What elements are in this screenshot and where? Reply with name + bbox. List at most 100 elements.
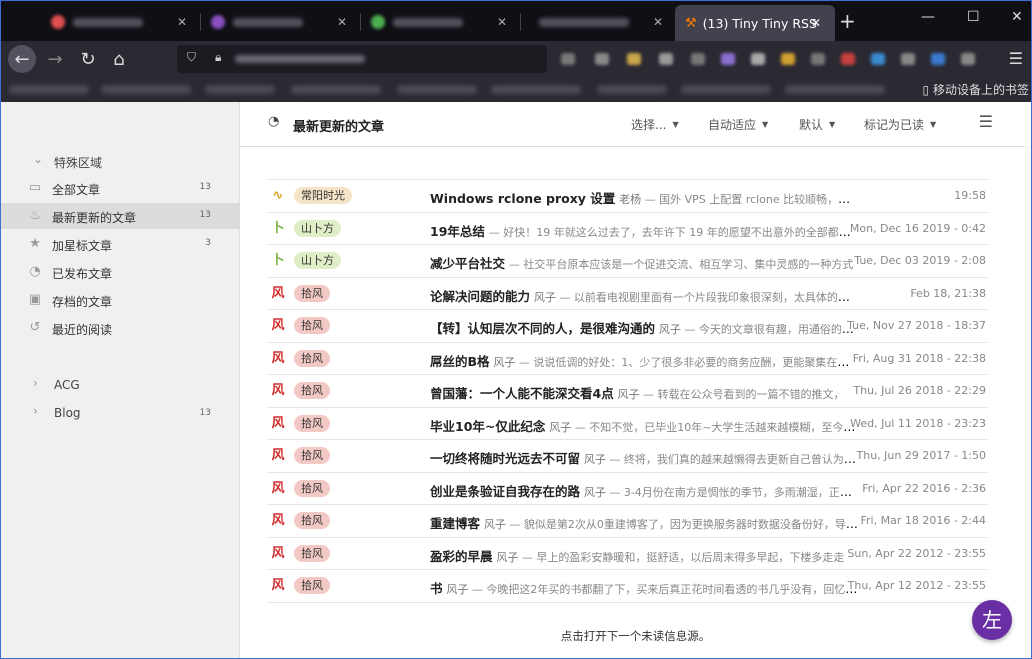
article-headline[interactable]: 减少平台社交 — 社交平台原本应该是一个促进交流、相互学习、集中灵感的一种方式	[430, 253, 860, 272]
mark-read-dropdown[interactable]: 标记为已读 ▼	[864, 116, 936, 133]
select-dropdown[interactable]: 选择... ▼	[631, 116, 679, 133]
category-acg[interactable]: › ACG	[1, 373, 239, 397]
feed-badge[interactable]: 拾风	[294, 382, 330, 399]
article-row[interactable]: ∿ 常阳时光 Windows rclone proxy 设置 老杨 — 国外 VPS…	[267, 179, 988, 213]
extension-icon[interactable]	[931, 53, 945, 65]
article-headline[interactable]: 毕业10年~仅此纪念 风子 — 不知不觉，已毕业10年~大学生活越来越模糊，至今…	[430, 416, 860, 435]
article-row[interactable]: 风拾风 论解决问题的能力 风子 — 以前看电视剧里面有一个片段我印象很深刻，太具体…	[267, 278, 988, 310]
chevron-right-icon[interactable]: ›	[33, 404, 38, 418]
feed-badge[interactable]: 拾风	[294, 512, 330, 529]
forward-icon[interactable]: →	[41, 45, 69, 73]
article-row[interactable]: 风拾风 创业是条验证自我存在的路 风子 — 3-4月份在南方是惆怅的季节，多雨潮湿…	[267, 473, 988, 505]
extension-icon[interactable]	[871, 53, 885, 65]
feed-recently-read[interactable]: ↺ 最近的阅读	[1, 315, 239, 341]
special-category[interactable]: ⌄ 特殊区域	[1, 149, 239, 173]
feed-badge[interactable]: 拾风	[294, 479, 330, 497]
article-headline[interactable]: 论解决问题的能力 风子 — 以前看电视剧里面有一个片段我印象很深刻，太具体的剧情…	[430, 286, 860, 305]
extension-icon[interactable]	[659, 53, 673, 65]
article-row[interactable]: 风拾风 一切终将随时光远去不可留 风子 — 终将，我们真的越来越懒得去更新自己曾认…	[267, 440, 988, 473]
url-bar[interactable]: ⛉ 🔒︎	[177, 45, 547, 73]
article-row[interactable]: 风拾风 【转】认知层次不同的人，是很难沟通的 风子 — 今天的文章很有趣，用通俗的…	[267, 310, 988, 343]
mobile-bookmarks[interactable]: ▯ 移动设备上的书签	[923, 81, 1029, 98]
tab-blurred-2[interactable]: ✕	[201, 7, 361, 37]
feed-fresh-articles[interactable]: ♨ 最新更新的文章 13	[1, 203, 239, 229]
article-row[interactable]: 卜山卜方 19年总结 — 好快！19 年就这么过去了，去年许下 19 年的愿望不出…	[267, 213, 988, 245]
shield-icon[interactable]: ⛉	[187, 50, 196, 65]
view-mode-dropdown[interactable]: 自动适应 ▼	[708, 116, 768, 133]
lock-icon[interactable]: 🔒︎	[215, 50, 221, 65]
menu-icon[interactable]: ☰	[1009, 49, 1023, 68]
actions-menu-icon[interactable]: ☰	[979, 112, 993, 131]
feed-badge[interactable]: 拾风	[294, 414, 330, 432]
article-title[interactable]: 一切终将随时光远去不可留	[430, 451, 580, 466]
category-blog[interactable]: › Blog 13	[1, 401, 239, 425]
article-title[interactable]: 创业是条验证自我存在的路	[430, 484, 580, 499]
feed-archived-articles[interactable]: ▣ 存档的文章	[1, 287, 239, 313]
article-headline[interactable]: 曾国藩：一个人能不能深交看4点 风子 — 转载在公众号看到的一篇不错的推文，	[430, 383, 860, 402]
feed-badge[interactable]: 拾风	[294, 577, 330, 594]
next-unread-link[interactable]: 点击打开下一个未读信息源。	[240, 628, 1031, 644]
article-headline[interactable]: 屌丝的B格 风子 — 说说低调的好处：1、少了很多非必要的商务应酬，更能聚集在自…	[430, 351, 860, 370]
extension-icon[interactable]	[595, 53, 609, 65]
order-dropdown[interactable]: 默认 ▼	[799, 116, 835, 133]
article-headline[interactable]: 【转】认知层次不同的人，是很难沟通的 风子 — 今天的文章很有趣，用通俗的话讲	[430, 318, 860, 337]
reload-icon[interactable]: ↻	[74, 45, 102, 73]
extension-icon[interactable]	[811, 53, 825, 65]
tab-blurred-1[interactable]: ✕	[41, 7, 201, 37]
article-title[interactable]: Windows rclone proxy 设置	[430, 191, 615, 206]
home-icon[interactable]: ⌂	[105, 45, 133, 73]
feed-badge[interactable]: 拾风	[294, 544, 330, 562]
article-headline[interactable]: 盈彩的早晨 风子 — 早上的盈彩安静暖和，挺舒适，以后周末得多早起，下楼多走走	[430, 546, 860, 565]
extension-icon[interactable]	[561, 53, 575, 65]
feed-badge[interactable]: 拾风	[294, 349, 330, 367]
feed-published-articles[interactable]: ◔ 已发布文章	[1, 259, 239, 285]
article-title[interactable]: 毕业10年~仅此纪念	[430, 419, 545, 434]
article-row[interactable]: 风拾风 屌丝的B格 风子 — 说说低调的好处：1、少了很多非必要的商务应酬，更能聚…	[267, 343, 988, 375]
floating-action-button[interactable]: 左	[972, 600, 1012, 640]
feed-badge[interactable]: 拾风	[294, 317, 330, 334]
feed-all-articles[interactable]: ▭ 全部文章 13	[1, 175, 239, 201]
feed-badge[interactable]: 山卜方	[294, 219, 341, 237]
close-window-icon[interactable]: ✕	[1011, 9, 1023, 25]
article-headline[interactable]: 重建博客 风子 — 貌似是第2次从0重建博客了，因为更换服务器时数据没备份好，导…	[430, 513, 860, 532]
article-title[interactable]: 书	[430, 581, 443, 596]
article-row[interactable]: 风拾风 盈彩的早晨 风子 — 早上的盈彩安静暖和，挺舒适，以后周末得多早起，下楼多…	[267, 538, 988, 570]
article-headline[interactable]: Windows rclone proxy 设置 老杨 — 国外 VPS 上配置 …	[430, 188, 860, 207]
article-row[interactable]: 风拾风 曾国藩：一个人能不能深交看4点 风子 — 转载在公众号看到的一篇不错的推文…	[267, 375, 988, 408]
article-title[interactable]: 曾国藩：一个人能不能深交看4点	[430, 386, 614, 401]
feed-badge[interactable]: 拾风	[294, 284, 330, 302]
chevron-right-icon[interactable]: ›	[33, 376, 38, 390]
feed-badge[interactable]: 拾风	[294, 447, 330, 464]
extension-icon[interactable]	[691, 53, 705, 65]
article-title[interactable]: 屌丝的B格	[430, 354, 490, 369]
tab-active[interactable]: ⚒ (13) Tiny Tiny RSS ✕	[675, 5, 835, 41]
article-title[interactable]: 重建博客	[430, 516, 480, 531]
maximize-icon[interactable]: ☐	[967, 9, 980, 25]
extension-icon[interactable]	[961, 53, 975, 65]
article-title[interactable]: 盈彩的早晨	[430, 549, 493, 564]
article-title[interactable]: 减少平台社交	[430, 256, 505, 271]
article-title[interactable]: 论解决问题的能力	[430, 289, 530, 304]
article-row[interactable]: 卜山卜方 减少平台社交 — 社交平台原本应该是一个促进交流、相互学习、集中灵感的一…	[267, 245, 988, 278]
extension-icon[interactable]	[751, 53, 765, 65]
feed-badge[interactable]: 常阳时光	[294, 187, 352, 204]
tab-blurred-3[interactable]: ✕	[361, 7, 521, 37]
close-tab-icon[interactable]: ✕	[653, 15, 663, 29]
close-tab-icon[interactable]: ✕	[177, 15, 187, 29]
article-row[interactable]: 风拾风 毕业10年~仅此纪念 风子 — 不知不觉，已毕业10年~大学生活越来越模糊…	[267, 408, 988, 440]
extension-icon[interactable]	[627, 53, 641, 65]
article-headline[interactable]: 书 风子 — 今晚把这2年买的书都翻了下，买来后真正花时间看透的书几乎没有，回忆…	[430, 578, 860, 597]
article-title[interactable]: 19年总结	[430, 224, 485, 239]
back-icon[interactable]: ←	[8, 45, 36, 73]
close-tab-icon[interactable]: ✕	[337, 15, 347, 29]
article-headline[interactable]: 创业是条验证自我存在的路 风子 — 3-4月份在南方是惆怅的季节，多雨潮湿，正如…	[430, 481, 860, 500]
extension-icon[interactable]	[781, 53, 795, 65]
minimize-icon[interactable]: —	[921, 9, 935, 25]
extension-icon[interactable]	[841, 53, 855, 65]
article-row[interactable]: 风拾风 书 风子 — 今晚把这2年买的书都翻了下，买来后真正花时间看透的书几乎没有…	[267, 570, 988, 603]
tab-blurred-4[interactable]: ✕	[517, 7, 677, 37]
article-title[interactable]: 【转】认知层次不同的人，是很难沟通的	[430, 321, 655, 336]
extension-icon[interactable]	[721, 53, 735, 65]
close-tab-icon[interactable]: ✕	[811, 16, 821, 30]
feed-starred-articles[interactable]: ★ 加星标文章 3	[1, 231, 239, 257]
